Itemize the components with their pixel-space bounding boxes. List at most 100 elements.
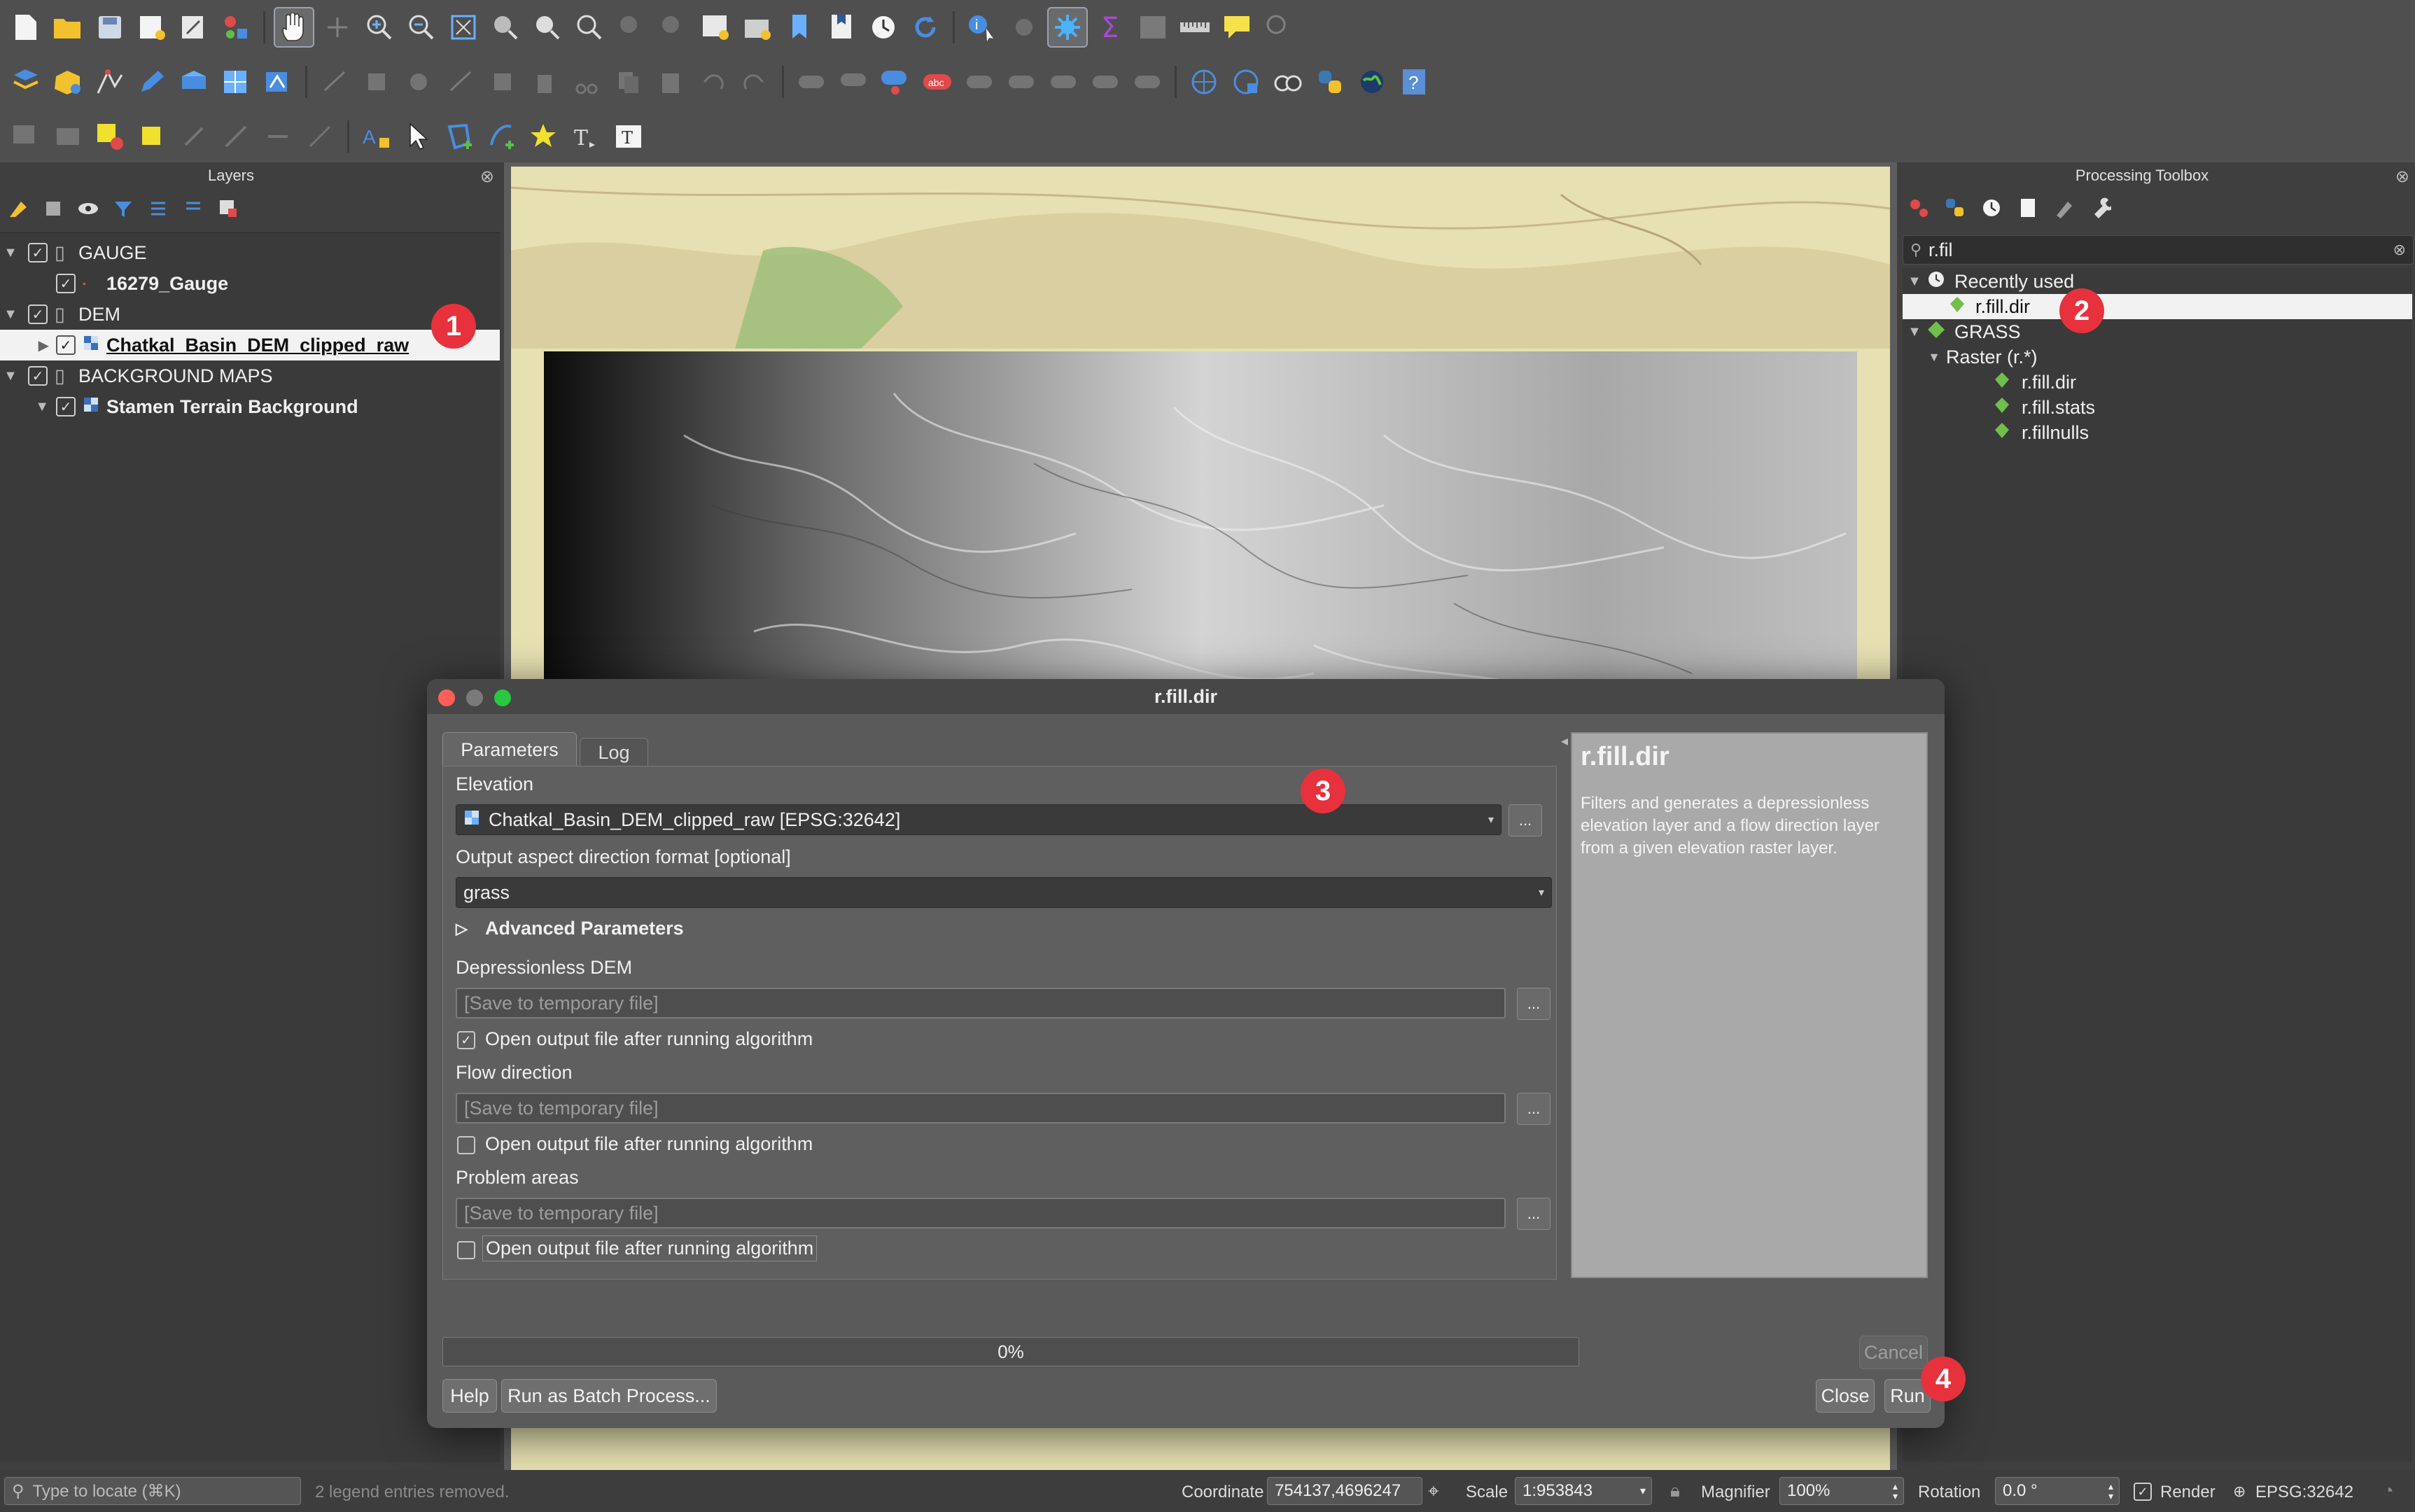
help-button[interactable]: Help <box>442 1379 497 1413</box>
pan-to-selection-icon[interactable] <box>318 8 356 46</box>
dim-tool-icon[interactable] <box>301 118 339 155</box>
text-annotation-icon[interactable]: T <box>568 118 606 155</box>
lock-scale-icon[interactable]: 🔒︎ <box>1670 1480 1680 1502</box>
label-tool-7-icon[interactable] <box>1128 63 1166 101</box>
zoom-full-icon[interactable] <box>444 8 482 46</box>
add-wms-icon[interactable] <box>1185 63 1223 101</box>
problem-areas-output-field[interactable]: [Save to temporary file] <box>456 1198 1506 1228</box>
zoom-in-icon[interactable] <box>360 8 398 46</box>
advanced-parameters-toggle[interactable]: ▷ Advanced Parameters <box>456 918 684 939</box>
expand-arrow-icon[interactable]: ▼ <box>0 245 21 261</box>
clear-search-icon[interactable]: ⊗ <box>2393 241 2406 259</box>
attribute-calc-icon[interactable] <box>217 118 255 155</box>
edit-pencil-icon[interactable] <box>133 63 171 101</box>
run-as-batch-button[interactable]: Run as Batch Process... <box>501 1379 717 1413</box>
help-contents-icon[interactable]: ? <box>1395 63 1433 101</box>
copy-features-icon[interactable] <box>610 63 648 101</box>
expand-arrow-icon[interactable]: ▼ <box>1922 350 1946 365</box>
add-polygon-icon[interactable] <box>442 118 479 155</box>
checkbox[interactable]: ✓ <box>28 243 48 262</box>
statistical-summary-icon[interactable]: Σ <box>1092 8 1130 46</box>
digitize-tool-5-icon[interactable] <box>484 63 522 101</box>
label-tool-4-icon[interactable] <box>1002 63 1040 101</box>
expand-arrow-icon[interactable]: ▶ <box>0 337 49 354</box>
show-bookmarks-icon[interactable] <box>822 8 860 46</box>
expand-arrow-icon[interactable]: ▼ <box>0 307 21 323</box>
layer-group-gauge[interactable]: ▼ ✓ ▯ GAUGE <box>0 237 500 268</box>
new-bookmark-icon[interactable] <box>780 8 818 46</box>
expand-arrow-icon[interactable]: ▼ <box>1903 274 1926 290</box>
digitize-tool-4-icon[interactable] <box>442 63 479 101</box>
delete-selected-icon[interactable] <box>526 63 564 101</box>
results-viewer-icon[interactable] <box>2017 197 2038 222</box>
label-tool-3-icon[interactable] <box>960 63 998 101</box>
depressionless-output-field[interactable]: [Save to temporary file] <box>456 988 1506 1018</box>
close-panel-icon[interactable]: ⊗ <box>2395 167 2409 187</box>
processing-toolbox-icon[interactable] <box>1047 7 1088 48</box>
label-tool-5-icon[interactable] <box>1044 63 1082 101</box>
expand-arrow-icon[interactable]: ▼ <box>0 399 49 415</box>
toggle-extents-icon[interactable]: ⌖ <box>1428 1480 1439 1503</box>
save-project-icon[interactable] <box>91 8 129 46</box>
actions-icon[interactable] <box>1005 8 1043 46</box>
field-calculator-icon[interactable] <box>259 118 297 155</box>
tree-item-r-fill-dir[interactable]: r.fill.dir <box>1994 370 2076 395</box>
open-output-checkbox-3[interactable] <box>457 1241 475 1259</box>
python-console-icon[interactable] <box>1311 63 1349 101</box>
layer-item-16279-gauge[interactable]: ✓ • 16279_Gauge <box>0 268 500 299</box>
digitize-tool-2-icon[interactable] <box>358 63 396 101</box>
render-checkbox[interactable]: ✓ <box>2134 1483 2152 1501</box>
deselect-all-icon[interactable] <box>91 118 129 155</box>
data-source-manager-icon[interactable] <box>7 63 45 101</box>
add-line-icon[interactable] <box>484 118 522 155</box>
new-3d-view-icon[interactable] <box>738 8 776 46</box>
checkbox[interactable]: ✓ <box>56 335 76 355</box>
coordinate-field[interactable]: 754137,4696247 <box>1267 1477 1422 1505</box>
close-panel-icon[interactable]: ⊗ <box>480 167 494 187</box>
layer-item-stamen-terrain[interactable]: ▼ ✓ Stamen Terrain Background <box>0 391 500 422</box>
depressionless-browse-button[interactable]: ... <box>1517 988 1550 1020</box>
collapse-help-arrow-icon[interactable]: ◂ <box>1561 732 1568 750</box>
locator-search-input[interactable]: ⚲ Type to locate (⌘K) <box>4 1477 301 1505</box>
undo-icon[interactable] <box>694 63 732 101</box>
globe-icon[interactable] <box>1353 63 1391 101</box>
label-abc-icon[interactable]: abc <box>918 63 956 101</box>
zoom-window-button[interactable] <box>494 690 511 706</box>
edit-features-icon[interactable] <box>2054 197 2075 222</box>
layer-item-chatkal-dem[interactable]: ▶ ✓ Chatkal_Basin_DEM_clipped_raw <box>0 330 500 360</box>
open-output-checkbox-1[interactable]: ✓ <box>457 1031 475 1049</box>
redo-icon[interactable] <box>736 63 774 101</box>
select-by-expression-icon[interactable] <box>133 118 171 155</box>
add-wfs-icon[interactable] <box>1227 63 1265 101</box>
label-highlight-icon[interactable] <box>876 63 914 101</box>
zoom-selection-icon[interactable] <box>486 8 524 46</box>
select-pointer-icon[interactable] <box>400 118 438 155</box>
add-layer-icon[interactable] <box>175 63 213 101</box>
select-features-icon[interactable] <box>7 118 45 155</box>
toolbox-search-input[interactable]: ⚲ r.fil ⊗ <box>1903 235 2414 265</box>
open-layer-styling-icon[interactable] <box>7 197 29 223</box>
style-manager-icon[interactable] <box>217 8 255 46</box>
layer-group-background-maps[interactable]: ▼ ✓ ▯ BACKGROUND MAPS <box>0 360 500 391</box>
messages-icon[interactable]: ◔ <box>2383 1480 2394 1502</box>
flow-direction-browse-button[interactable]: ... <box>1517 1093 1550 1125</box>
new-geopackage-icon[interactable] <box>49 63 87 101</box>
checkbox[interactable]: ✓ <box>28 366 48 386</box>
minimize-window-button[interactable] <box>466 690 483 706</box>
tree-raster-group[interactable]: ▼ Raster (r.*) <box>1922 344 2037 370</box>
label-tool-1-icon[interactable] <box>792 63 830 101</box>
magnifier-spinbox[interactable]: 100% ▴ ▾ <box>1779 1477 1904 1505</box>
crs-icon[interactable]: ⊕ <box>2233 1483 2246 1501</box>
digitize-icon[interactable] <box>91 63 129 101</box>
select-by-value-icon[interactable] <box>49 118 87 155</box>
spin-arrows-icon[interactable]: ▴ ▾ <box>1893 1481 1898 1501</box>
text-box-icon[interactable]: T <box>610 118 648 155</box>
map-tips-icon[interactable] <box>1218 8 1256 46</box>
add-raster-icon[interactable] <box>217 63 255 101</box>
cancel-button[interactable]: Cancel <box>1859 1336 1928 1369</box>
metasearch-icon[interactable] <box>1269 63 1307 101</box>
collapse-all-icon[interactable] <box>182 197 204 223</box>
checkbox[interactable]: ✓ <box>56 397 76 416</box>
tree-recently-used[interactable]: ▼ Recently used <box>1903 269 2074 294</box>
measure-line-icon[interactable] <box>1176 8 1214 46</box>
